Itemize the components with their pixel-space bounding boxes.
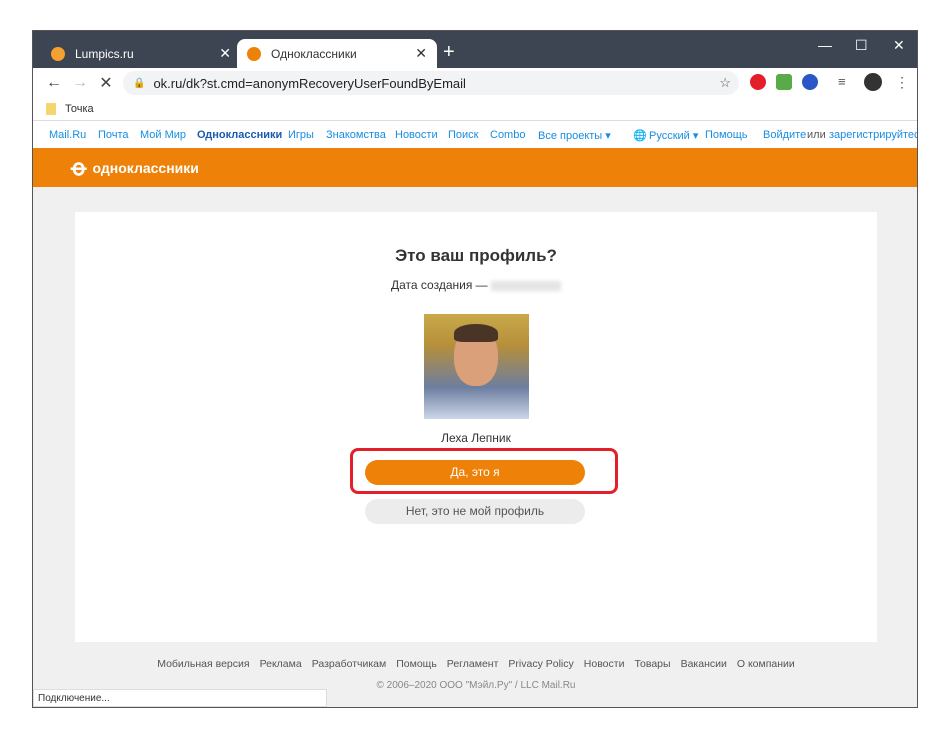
yes-its-me-button[interactable]: Да, это я [365, 460, 585, 485]
bookmark-tochka[interactable]: Точка [65, 103, 94, 115]
footer-link[interactable]: Мобильная версия [157, 658, 249, 670]
mailbar-link[interactable]: Поиск [448, 129, 478, 141]
tab-odnoklassniki[interactable]: Одноклассники ✕ [237, 39, 437, 68]
ok-logo-text[interactable]: одноклассники [93, 160, 199, 176]
tab-title: Одноклассники [271, 46, 357, 61]
profile-name: Леха Лепник [441, 431, 511, 445]
mailbar-link[interactable]: Почта [98, 129, 129, 141]
url-text: ok.ru/dk?st.cmd=anonymRecoveryUserFoundB… [153, 75, 466, 91]
page-title: Это ваш профиль? [395, 246, 557, 265]
forward-button[interactable]: → [67, 74, 93, 92]
blurred-date [491, 280, 561, 291]
mailbar-link[interactable]: Новости [395, 129, 438, 141]
help-link[interactable]: Помощь [705, 129, 748, 141]
lumpics-favicon-icon [51, 46, 65, 61]
ok-favicon-icon [247, 46, 261, 61]
close-tab-icon[interactable]: ✕ [415, 45, 427, 62]
ok-logo-icon[interactable]: ꝋ [71, 155, 87, 181]
profile-photo [423, 314, 529, 419]
footer-links: Мобильная версия Реклама Разработчикам Помо… [33, 658, 917, 670]
stop-button[interactable]: ✕ [93, 73, 119, 93]
language-dropdown[interactable]: Русский ▾ [649, 129, 698, 142]
login-link[interactable]: Войдите [763, 129, 806, 141]
folder-icon [46, 103, 56, 115]
new-tab-button[interactable]: + [443, 41, 455, 64]
status-bar: Подключение... [33, 689, 327, 707]
footer-link[interactable]: Реклама [260, 658, 302, 670]
footer-link[interactable]: Разработчикам [312, 658, 387, 670]
mailbar-link[interactable]: Combo [490, 129, 525, 141]
footer-link[interactable]: Privacy Policy [508, 658, 573, 670]
adblock-extension-icon[interactable] [750, 74, 766, 90]
all-projects-dropdown[interactable]: Все проекты ▾ [538, 129, 611, 142]
footer-link[interactable]: О компании [737, 658, 795, 670]
minimize-button[interactable]: — [818, 37, 832, 53]
footer-link[interactable]: Регламент [447, 658, 499, 670]
mailbar-link[interactable]: Mail.Ru [49, 129, 86, 141]
footer-link[interactable]: Новости [584, 658, 625, 670]
mailbar-link[interactable]: Мой Мир [140, 129, 186, 141]
mailbar-link[interactable]: Игры [288, 129, 314, 141]
footer-link[interactable]: Вакансии [681, 658, 727, 670]
menu-icon[interactable]: ⋮ [895, 74, 911, 90]
profile-card: Это ваш профиль? Дата создания — Леха Ле… [75, 212, 877, 642]
not-my-profile-button[interactable]: Нет, это не мой профиль [365, 499, 585, 524]
mailbar-link[interactable]: Одноклассники [197, 129, 282, 141]
back-button[interactable]: ← [41, 74, 67, 92]
toolbar: ← → ✕ 🔒 ok.ru/dk?st.cmd=anonymRecoveryUse… [33, 68, 917, 98]
date-label: Дата создания — [391, 278, 488, 292]
creation-date: Дата создания — [75, 278, 877, 292]
ok-header: ꝋ одноклассники [33, 148, 917, 187]
music-extension-icon[interactable] [776, 74, 792, 90]
mailru-bar: Mail.Ru Почта Мой Мир Одноклассники Игры… [33, 121, 917, 148]
bookmark-star-icon[interactable]: ☆ [719, 75, 731, 91]
bookmarks-bar: Точка [33, 98, 917, 121]
register-link[interactable]: зарегистрируйтесь [829, 129, 917, 141]
maximize-button[interactable]: ☐ [855, 37, 868, 54]
avatar[interactable] [864, 73, 882, 91]
tab-title: Lumpics.ru [75, 46, 134, 61]
tab-bar: Lumpics.ru ✕ Одноклассники ✕ + — ☐ ✕ [33, 31, 917, 68]
close-window-button[interactable]: ✕ [893, 37, 905, 54]
lock-icon: 🔒 [133, 77, 146, 89]
vpn-extension-icon[interactable] [802, 74, 818, 90]
footer-link[interactable]: Помощь [396, 658, 437, 670]
mailbar-link[interactable]: Знакомства [326, 129, 386, 141]
globe-icon: 🌐 [633, 130, 647, 142]
media-control-icon[interactable]: ≡ [838, 74, 854, 90]
address-bar[interactable]: 🔒 ok.ru/dk?st.cmd=anonymRecoveryUserFound… [123, 71, 739, 95]
or-text: или [807, 129, 826, 141]
tab-lumpics[interactable]: Lumpics.ru ✕ [41, 39, 241, 68]
browser-window: Lumpics.ru ✕ Одноклассники ✕ + — ☐ ✕ ← → ✕… [32, 30, 918, 708]
close-tab-icon[interactable]: ✕ [219, 45, 231, 62]
footer-link[interactable]: Товары [634, 658, 670, 670]
